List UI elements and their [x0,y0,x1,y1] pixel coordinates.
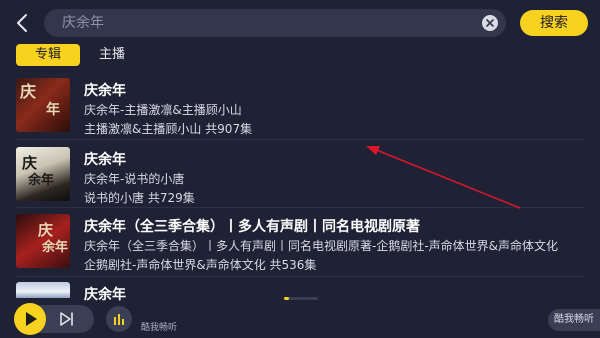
album-title: 庆余年 [84,152,126,168]
search-box[interactable] [44,9,506,37]
search-input[interactable] [62,9,462,37]
tab-host[interactable]: 主播 [92,44,132,66]
album-title: 庆余年 [84,287,126,303]
album-cover: 庆 余年 [16,214,70,268]
equalizer-button[interactable] [106,306,132,332]
list-item[interactable]: 庆 余年 庆余年 庆余年-说书的小唐 说书的小唐 共729集 [0,145,600,205]
album-meta: 说书的小唐 共729集 [84,191,195,205]
tab-album[interactable]: 专辑 [16,44,80,66]
album-meta: 企鹅剧社-声命体世界&声命体文化 共536集 [84,258,317,272]
album-cover [16,282,70,298]
album-title: 庆余年（全三季合集）丨多人有声剧丨同名电视剧原著 [84,219,420,235]
divider [16,139,584,140]
list-item[interactable]: 庆余年 [0,280,600,304]
album-cover: 庆 余年 [16,147,70,201]
album-title: 庆余年 [84,83,126,99]
album-cover: 庆 年 [16,78,70,132]
back-arrow-icon[interactable] [12,11,34,35]
divider [16,207,584,208]
divider [16,276,584,277]
album-subtitle: 庆余年-主播激凛&主播顾小山 [84,103,242,117]
play-button[interactable] [14,303,46,335]
equalizer-icon [114,314,124,325]
album-subtitle: 庆余年-说书的小唐 [84,172,185,186]
close-icon [486,19,494,27]
player-label: 酷我畅听 [141,323,178,333]
album-subtitle: 庆余年（全三季合集）丨多人有声剧丨同名电视剧原著-企鹅剧社-声命体世界&声命体文… [84,239,559,253]
search-button[interactable]: 搜索 [520,10,588,36]
list-item[interactable]: 庆 年 庆余年 庆余年-主播激凛&主播顾小山 主播激凛&主播顾小山 共907集 [0,76,600,136]
brand-badge[interactable]: 酷我畅听 [548,309,600,331]
album-meta: 主播激凛&主播顾小山 共907集 [84,122,253,136]
next-track-icon[interactable] [58,311,76,327]
progress-fill [284,297,290,300]
list-item[interactable]: 庆 余年 庆余年（全三季合集）丨多人有声剧丨同名电视剧原著 庆余年（全三季合集）… [0,212,600,272]
play-icon [26,312,37,326]
clear-search-button[interactable] [482,15,498,31]
progress-bar [284,297,318,300]
